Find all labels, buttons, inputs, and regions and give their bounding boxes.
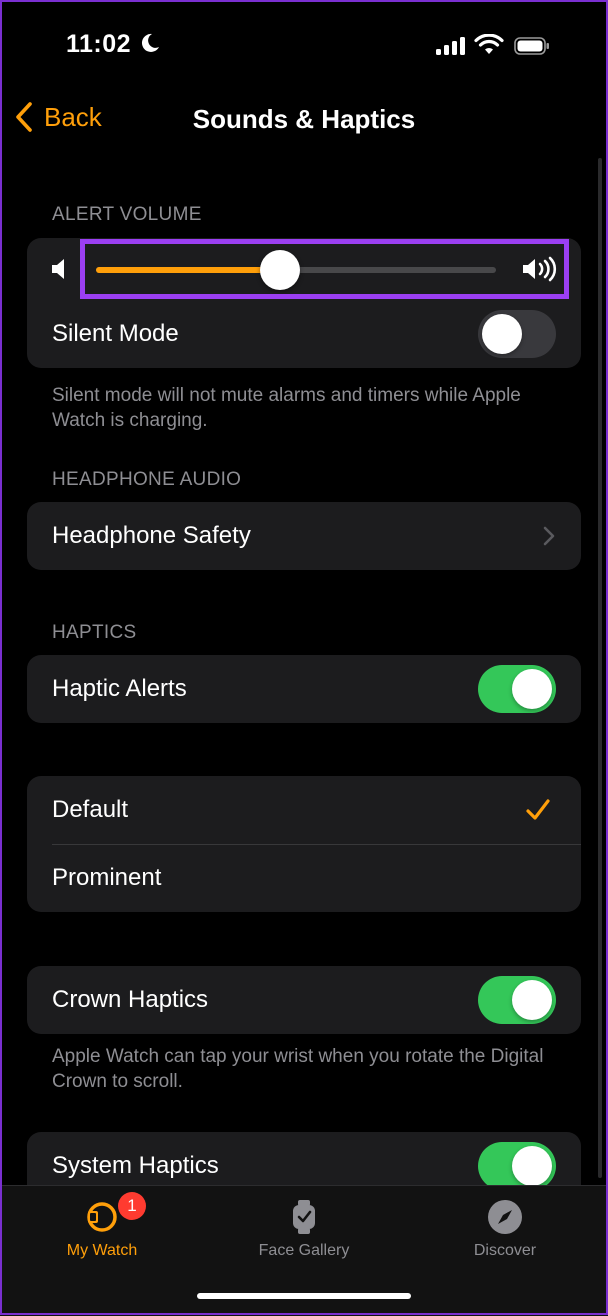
crown-haptics-label: Crown Haptics	[52, 986, 209, 1013]
haptic-style-group: Default Prominent	[27, 776, 581, 912]
status-time: 11:02	[66, 30, 132, 58]
crown-haptics-toggle[interactable]	[478, 976, 556, 1024]
headphone-audio-group: Headphone Safety	[27, 502, 581, 570]
silent-mode-toggle[interactable]	[478, 310, 556, 358]
silent-mode-label: Silent Mode	[52, 320, 179, 347]
silent-mode-footer: Silent mode will not mute alarms and tim…	[52, 385, 521, 431]
system-haptics-label: System Haptics	[52, 1152, 219, 1179]
haptic-alerts-toggle[interactable]	[478, 665, 556, 713]
haptic-alerts-label: Haptic Alerts	[52, 675, 187, 702]
watch-face-icon	[293, 1200, 315, 1234]
section-header-headphone-audio: HEADPHONE AUDIO	[52, 469, 242, 490]
headphone-safety-row[interactable]: Headphone Safety	[27, 502, 581, 570]
compass-icon	[488, 1200, 522, 1234]
tab-label: Discover	[473, 1242, 537, 1259]
chevron-right-icon	[543, 526, 555, 546]
alert-volume-group: Silent Mode	[27, 238, 581, 368]
headphone-safety-label: Headphone Safety	[52, 522, 251, 549]
tab-label: Face Gallery	[258, 1242, 350, 1259]
option-label: Default	[52, 796, 129, 823]
slider-highlight-box	[80, 239, 569, 299]
haptic-option-default[interactable]: Default	[27, 776, 581, 844]
battery-icon	[514, 37, 549, 55]
option-label: Prominent	[52, 864, 162, 891]
moon-icon	[141, 33, 159, 52]
notification-badge: 1	[118, 1192, 146, 1220]
section-header-alert-volume: ALERT VOLUME	[52, 204, 202, 225]
tab-label: My Watch	[66, 1242, 138, 1259]
system-haptics-toggle[interactable]	[478, 1142, 556, 1190]
cellular-signal-icon	[436, 37, 465, 55]
crown-haptics-row: Crown Haptics	[27, 966, 581, 1034]
crown-haptics-footer: Apple Watch can tap your wrist when you …	[52, 1046, 544, 1092]
section-header-haptics: HAPTICS	[52, 622, 137, 643]
haptic-alerts-group: Haptic Alerts	[27, 655, 581, 723]
volume-low-icon	[52, 259, 64, 279]
silent-mode-row: Silent Mode	[27, 300, 581, 368]
watch-icon	[87, 1202, 117, 1232]
volume-slider-row	[27, 238, 581, 300]
page-title: Sounds & Haptics	[192, 104, 416, 134]
wifi-icon	[474, 34, 504, 54]
haptic-alerts-row: Haptic Alerts	[27, 655, 581, 723]
haptic-option-prominent[interactable]: Prominent	[27, 844, 581, 912]
checkmark-icon	[526, 799, 550, 820]
home-indicator[interactable]	[197, 1293, 411, 1299]
crown-haptics-group: Crown Haptics	[27, 966, 581, 1034]
scrollbar[interactable]	[598, 158, 602, 1178]
